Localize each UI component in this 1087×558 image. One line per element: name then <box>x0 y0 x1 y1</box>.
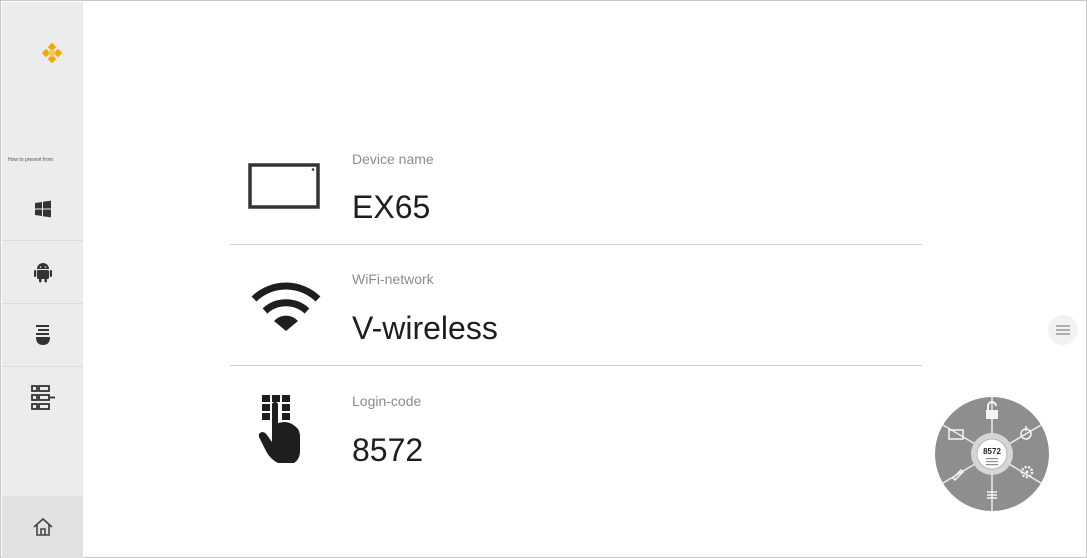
wifi-value: V-wireless <box>352 310 498 346</box>
divider <box>230 365 922 366</box>
wifi-icon <box>251 282 321 331</box>
home-button[interactable] <box>2 496 83 558</box>
display-icon <box>248 163 320 209</box>
device-name-value: EX65 <box>352 189 431 225</box>
login-code-value: 8572 <box>352 432 424 468</box>
hamburger-icon <box>1056 325 1070 335</box>
wifi-row: WiFi-network V-wireless <box>230 263 922 363</box>
sidebar-item-apple[interactable] <box>2 304 83 367</box>
sidebar-item-windows[interactable] <box>2 178 83 241</box>
sidebar-caption: How to present from <box>8 157 54 163</box>
sidebar-item-android[interactable] <box>2 241 83 304</box>
windows-icon <box>34 200 51 218</box>
home-icon <box>32 517 53 536</box>
android-icon <box>33 263 52 283</box>
device-name-row: Device name EX65 <box>230 141 922 241</box>
logo-icon <box>41 42 63 64</box>
screen: How to present from Device name EX65 WiF… <box>0 0 1087 558</box>
sidebar-item-more[interactable] <box>2 367 83 429</box>
control-wheel[interactable]: 8572 <box>934 396 1050 512</box>
divider <box>230 244 922 245</box>
login-code-row: Login-code 8572 <box>230 385 922 485</box>
device-name-label: Device name <box>352 151 434 167</box>
wifi-label: WiFi-network <box>352 271 434 287</box>
apple-icon <box>35 325 50 345</box>
menu-button[interactable] <box>1048 315 1078 345</box>
login-code-label: Login-code <box>352 393 422 409</box>
wheel-code: 8572 <box>983 447 1001 456</box>
sidebar: How to present from <box>2 2 83 558</box>
list-grid-icon <box>30 385 55 410</box>
keypad-hand-icon <box>258 395 300 463</box>
